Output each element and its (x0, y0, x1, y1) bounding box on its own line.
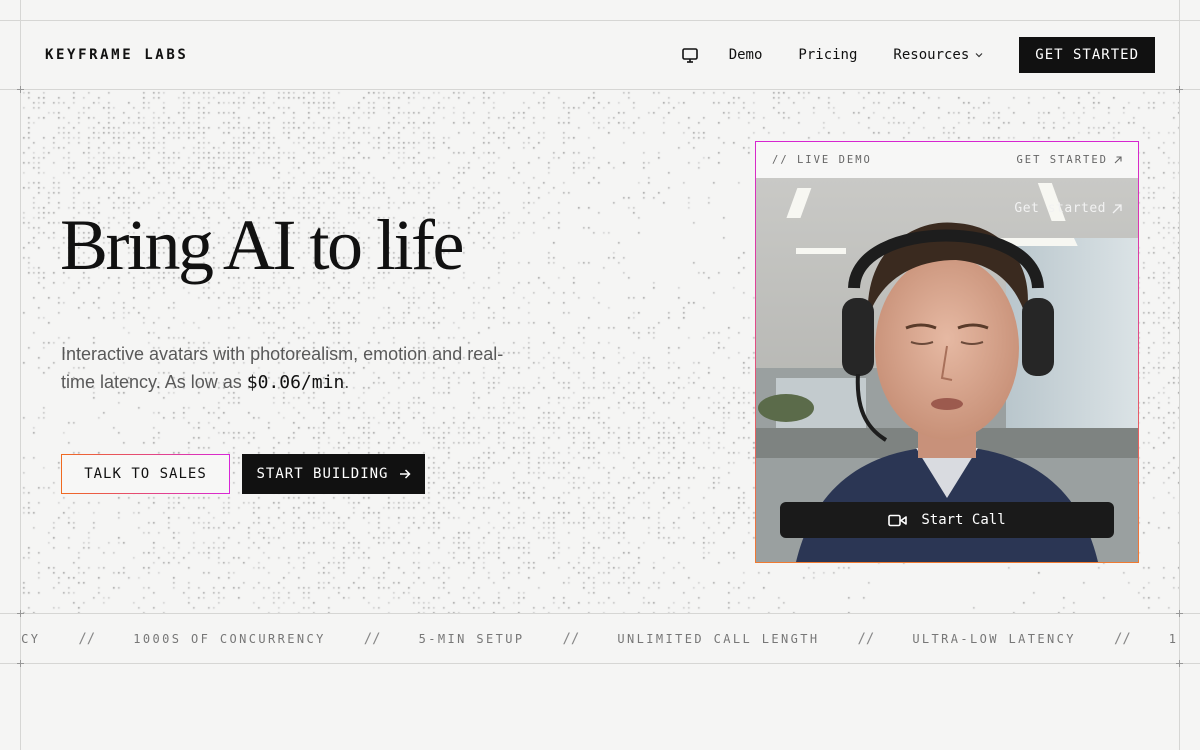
ticker-separator: // (363, 630, 381, 647)
corner-mark (1176, 660, 1183, 667)
nav-resources-label: Resources (893, 47, 970, 63)
arrow-up-right-icon (1112, 203, 1122, 213)
corner-mark (1176, 610, 1183, 617)
feature-ticker-track: LATENCY // 1000S OF CONCURRENCY // 5-MIN… (21, 614, 1179, 663)
demo-get-started-link[interactable]: GET STARTED (1016, 154, 1122, 166)
ticker-item: UNLIMITED CALL LENGTH (617, 631, 820, 646)
brand-logo[interactable]: KEYFRAME LABS (45, 47, 188, 63)
frame-line-right (1179, 0, 1180, 750)
ticker-separator: // (78, 630, 96, 647)
start-building-button[interactable]: START BUILDING (242, 454, 425, 494)
top-nav: Demo Pricing Resources GET STARTED (681, 37, 1155, 73)
start-building-label: START BUILDING (256, 466, 389, 482)
ticker-item: 5-MIN SETUP (418, 631, 525, 646)
demo-card-header: // LIVE DEMO GET STARTED (756, 142, 1138, 179)
ticker-separator: // (1113, 630, 1131, 647)
hero-title: Bring AI to life (60, 205, 464, 285)
talk-to-sales-button[interactable]: TALK TO SALES (61, 454, 230, 494)
video-get-started-link[interactable]: Get started (1014, 201, 1122, 216)
corner-mark (1176, 86, 1183, 93)
hero-subtitle-end: . (344, 372, 350, 392)
video-camera-icon (888, 514, 908, 527)
demo-get-started-label: GET STARTED (1016, 154, 1108, 166)
chevron-down-icon (975, 52, 983, 58)
site-header: KEYFRAME LABS Demo Pricing Resources GET… (21, 21, 1179, 89)
arrow-right-icon (399, 468, 411, 480)
ticker-item: 1000S OF CONCURRENCY (133, 631, 326, 646)
start-call-button[interactable]: Start Call (780, 502, 1114, 538)
ticker-separator: // (562, 630, 580, 647)
hero-subtitle: Interactive avatars with photorealism, e… (61, 340, 531, 397)
nav-pricing[interactable]: Pricing (798, 47, 857, 63)
avatar-video[interactable]: Get started Start Call (756, 178, 1138, 562)
live-demo-card: // LIVE DEMO GET STARTED Get started Sta… (755, 141, 1139, 563)
monitor-icon[interactable] (681, 46, 699, 64)
ticker-item: ULTRA-LOW LATENCY (912, 631, 1076, 646)
ticker-item: LATENCY (21, 631, 41, 646)
corner-mark (17, 660, 24, 667)
live-demo-label: // LIVE DEMO (772, 154, 872, 166)
nav-demo[interactable]: Demo (729, 47, 763, 63)
arrow-up-right-icon (1114, 156, 1122, 164)
ticker-item: 1000S OF (1168, 631, 1179, 646)
corner-mark (17, 610, 24, 617)
video-get-started-label: Get started (1014, 201, 1106, 216)
nav-resources[interactable]: Resources (893, 47, 983, 63)
corner-mark (17, 86, 24, 93)
ticker-separator: // (857, 630, 875, 647)
get-started-button[interactable]: GET STARTED (1019, 37, 1155, 73)
feature-ticker: LATENCY // 1000S OF CONCURRENCY // 5-MIN… (21, 614, 1179, 663)
ticker-bottom-line (0, 663, 1200, 664)
hero-price: $0.06/min (246, 372, 345, 393)
start-call-label: Start Call (921, 512, 1006, 528)
